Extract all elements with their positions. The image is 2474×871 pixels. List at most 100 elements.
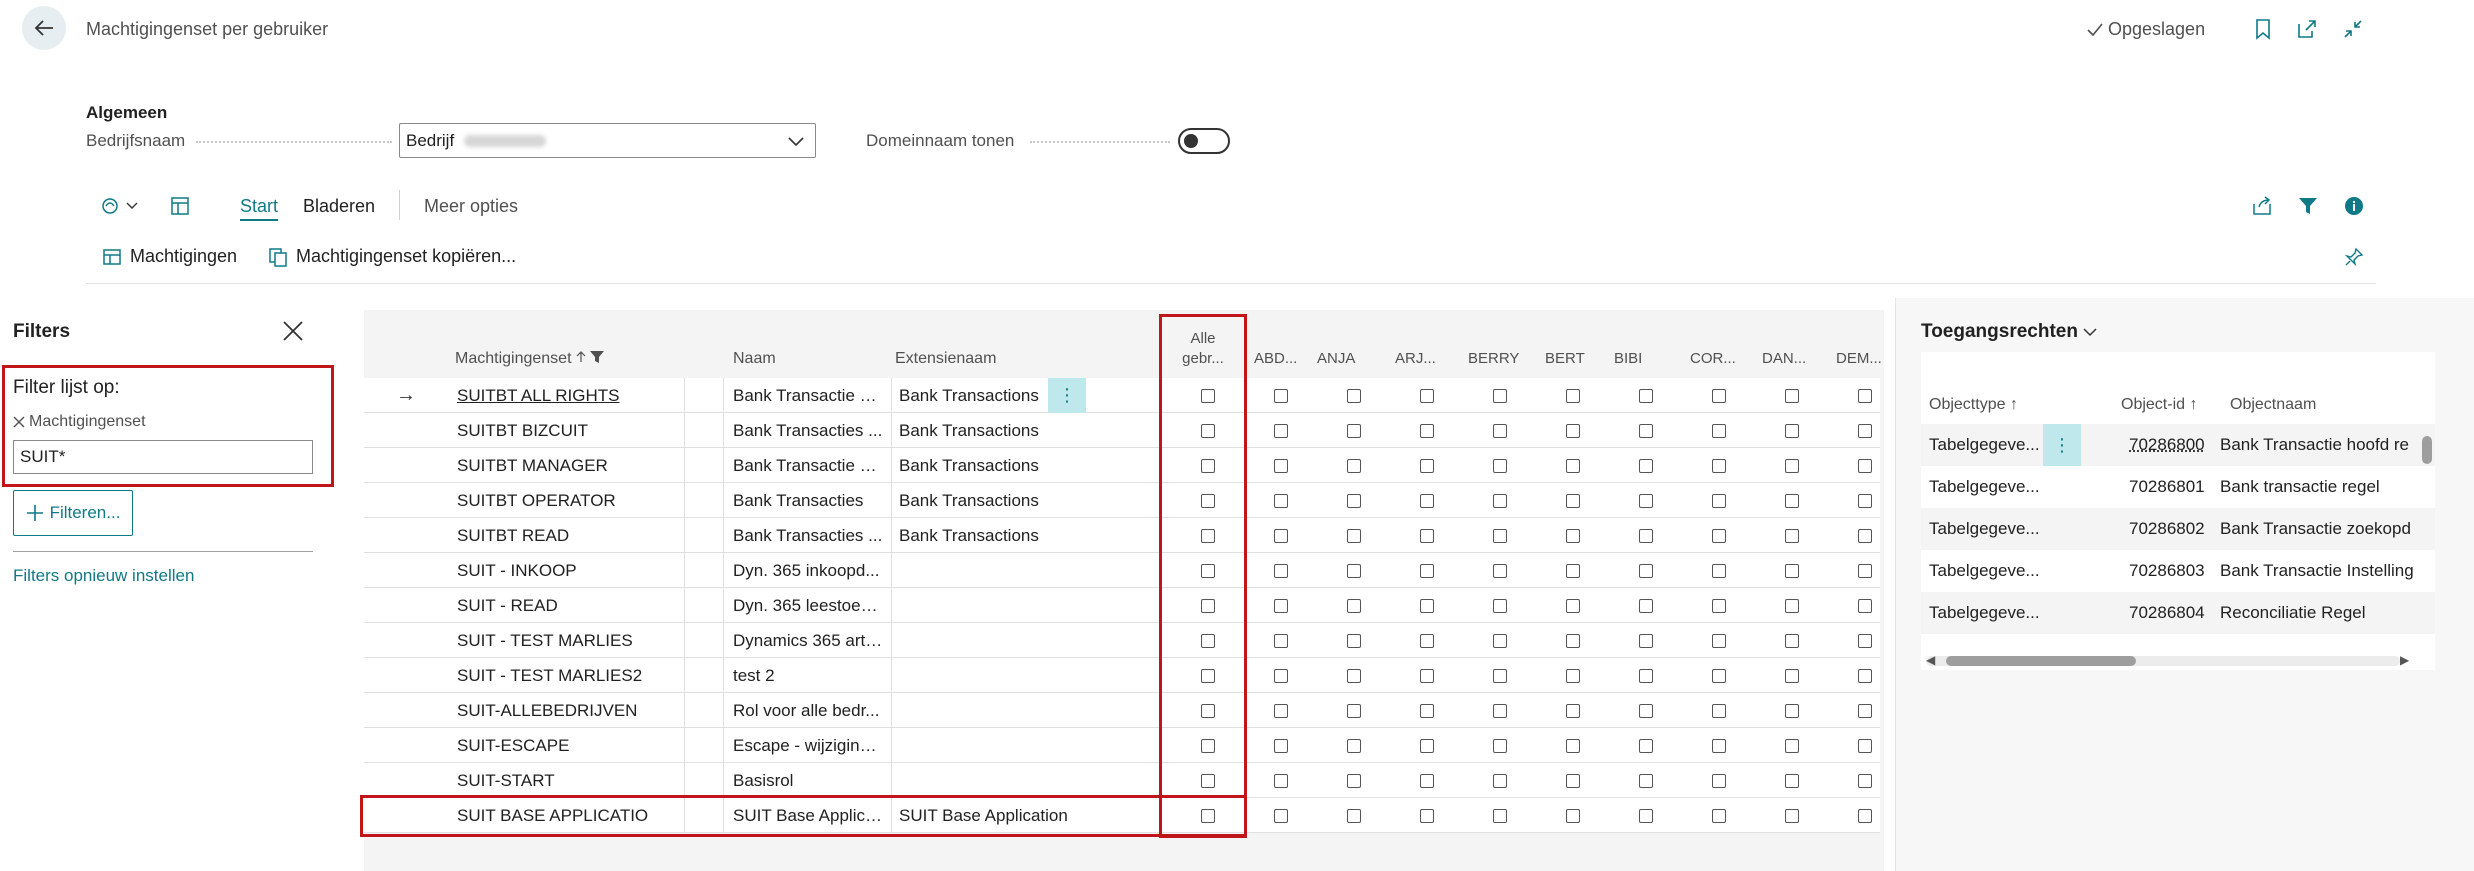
name-cell[interactable]: test 2 <box>733 666 883 686</box>
table-row[interactable]: SUITBT OPERATOR Bank Transacties Bank Tran… <box>364 483 1880 518</box>
permission-checkbox[interactable] <box>1420 459 1434 473</box>
permission-checkbox[interactable] <box>1566 459 1580 473</box>
name-cell[interactable]: Bank Transacties ... <box>733 421 883 441</box>
filter-icon[interactable] <box>2294 192 2322 220</box>
permission-checkbox[interactable] <box>1493 424 1507 438</box>
column-header-user[interactable]: ARJ... <box>1395 350 1436 367</box>
scroll-left-icon[interactable]: ◀ <box>1926 653 1935 667</box>
row-actions-menu-icon[interactable]: ⋮ <box>2043 424 2081 466</box>
pin-icon[interactable] <box>2340 243 2368 271</box>
object-type-cell[interactable]: Tabelgegeve... <box>1929 561 2041 581</box>
permission-checkbox[interactable] <box>1493 599 1507 613</box>
list-item[interactable]: Tabelgegeve... ⋮ 70286800 Bank Transactie h… <box>1921 424 2435 466</box>
permission-checkbox[interactable] <box>1274 704 1288 718</box>
permission-checkbox[interactable] <box>1347 774 1361 788</box>
permission-checkbox[interactable] <box>1420 529 1434 543</box>
list-item[interactable]: Tabelgegeve... 70286803 Bank Transactie In… <box>1921 550 2435 592</box>
permission-set-cell[interactable]: SUITBT MANAGER <box>457 456 677 476</box>
list-item[interactable]: Tabelgegeve... 70286804 Reconciliatie Rege… <box>1921 592 2435 634</box>
extension-cell[interactable]: Bank Transactions <box>899 526 1149 546</box>
permission-checkbox[interactable] <box>1347 599 1361 613</box>
permission-checkbox[interactable] <box>1274 669 1288 683</box>
permission-checkbox[interactable] <box>1493 459 1507 473</box>
permission-checkbox[interactable] <box>1493 564 1507 578</box>
object-name-cell[interactable]: Bank Transactie zoekopd <box>2220 519 2420 539</box>
permission-checkbox[interactable] <box>1566 669 1580 683</box>
object-id-cell[interactable]: 70286802 <box>2129 519 2205 539</box>
permission-checkbox[interactable] <box>1712 424 1726 438</box>
permission-checkbox[interactable] <box>1712 389 1726 403</box>
table-row[interactable]: SUITBT MANAGER Bank Transactie B... Bank T… <box>364 448 1880 483</box>
extension-cell[interactable]: Bank Transactions <box>899 491 1149 511</box>
scrollbar-thumb[interactable] <box>2422 436 2432 464</box>
permission-checkbox[interactable] <box>1274 389 1288 403</box>
object-name-cell[interactable]: Reconciliatie Regel <box>2220 603 2420 623</box>
table-row[interactable]: SUIT - INKOOP Dyn. 365 inkoopd... <box>364 553 1880 588</box>
permission-checkbox[interactable] <box>1274 494 1288 508</box>
permission-checkbox[interactable] <box>1347 809 1361 823</box>
add-filter-button[interactable]: Filteren... <box>13 490 133 536</box>
permission-checkbox[interactable] <box>1712 599 1726 613</box>
permission-checkbox[interactable] <box>1420 739 1434 753</box>
permissions-button[interactable]: Machtigingen <box>102 246 237 267</box>
permission-checkbox[interactable] <box>1420 669 1434 683</box>
permission-checkbox[interactable] <box>1639 424 1653 438</box>
permission-checkbox[interactable] <box>1566 529 1580 543</box>
permission-checkbox[interactable] <box>1347 634 1361 648</box>
permission-checkbox[interactable] <box>1858 564 1872 578</box>
name-cell[interactable]: Rol voor alle bedr... <box>733 701 883 721</box>
permission-checkbox[interactable] <box>1858 774 1872 788</box>
permission-checkbox[interactable] <box>1785 494 1799 508</box>
permission-checkbox[interactable] <box>1347 564 1361 578</box>
permission-checkbox[interactable] <box>1420 774 1434 788</box>
column-header-user[interactable]: BERRY <box>1468 350 1519 367</box>
permission-checkbox[interactable] <box>1785 459 1799 473</box>
permission-set-cell[interactable]: SUIT - TEST MARLIES2 <box>457 666 677 686</box>
permission-checkbox[interactable] <box>1347 494 1361 508</box>
domain-toggle[interactable] <box>1178 128 1230 154</box>
permission-checkbox[interactable] <box>1493 669 1507 683</box>
name-cell[interactable]: Dyn. 365 inkoopd... <box>733 561 883 581</box>
permission-checkbox[interactable] <box>1493 809 1507 823</box>
permission-checkbox[interactable] <box>1274 564 1288 578</box>
tab-more-options[interactable]: Meer opties <box>424 196 518 217</box>
copy-permission-set-button[interactable]: Machtigingenset kopiëren... <box>268 246 516 267</box>
permission-checkbox[interactable] <box>1712 669 1726 683</box>
permission-checkbox[interactable] <box>1712 774 1726 788</box>
permission-checkbox[interactable] <box>1566 704 1580 718</box>
name-cell[interactable]: Bank Transacties ... <box>733 526 883 546</box>
factbox-horizontal-scrollbar[interactable] <box>1926 656 2400 666</box>
remove-filter-icon[interactable] <box>13 416 25 428</box>
permission-set-cell[interactable]: SUIT - INKOOP <box>457 561 677 581</box>
permission-checkbox[interactable] <box>1712 704 1726 718</box>
object-name-cell[interactable]: Bank transactie regel <box>2220 477 2420 497</box>
permission-checkbox[interactable] <box>1347 529 1361 543</box>
name-cell[interactable]: Dynamics 365 arti... <box>733 631 883 651</box>
permission-checkbox[interactable] <box>1347 389 1361 403</box>
object-type-cell[interactable]: Tabelgegeve... <box>1929 477 2041 497</box>
object-type-cell[interactable]: Tabelgegeve... <box>1929 519 2041 539</box>
permission-checkbox[interactable] <box>1493 634 1507 648</box>
permission-checkbox[interactable] <box>1785 634 1799 648</box>
table-row[interactable]: → ⋮ SUITBT ALL RIGHTS Bank Transactie d... B… <box>364 378 1880 413</box>
permission-checkbox[interactable] <box>1420 809 1434 823</box>
object-name-cell[interactable]: Bank Transactie Instelling <box>2220 561 2420 581</box>
object-type-cell[interactable]: Tabelgegeve... <box>1929 435 2041 455</box>
permission-set-cell[interactable]: SUIT-START <box>457 771 677 791</box>
permission-set-cell[interactable]: SUITBT ALL RIGHTS <box>457 386 677 406</box>
column-header-user[interactable]: ABD... <box>1254 350 1297 367</box>
list-item[interactable]: Tabelgegeve... 70286802 Bank Transactie zo… <box>1921 508 2435 550</box>
permission-checkbox[interactable] <box>1566 634 1580 648</box>
permission-checkbox[interactable] <box>1566 774 1580 788</box>
info-icon[interactable] <box>2340 192 2368 220</box>
permission-checkbox[interactable] <box>1420 634 1434 648</box>
permission-checkbox[interactable] <box>1858 634 1872 648</box>
object-id-cell[interactable]: 70286804 <box>2129 603 2205 623</box>
permission-set-cell[interactable]: SUITBT OPERATOR <box>457 491 677 511</box>
permission-set-cell[interactable]: SUITBT BIZCUIT <box>457 421 677 441</box>
permission-checkbox[interactable] <box>1858 424 1872 438</box>
permission-checkbox[interactable] <box>1785 669 1799 683</box>
permission-checkbox[interactable] <box>1858 704 1872 718</box>
permission-checkbox[interactable] <box>1347 739 1361 753</box>
tab-bladeren[interactable]: Bladeren <box>303 196 375 217</box>
